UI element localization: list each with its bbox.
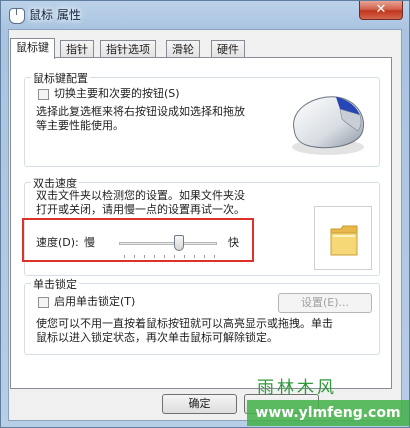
window-title: 鼠标 属性 (29, 8, 81, 22)
title-bar[interactable]: 鼠标 属性 ✕ (1, 1, 409, 29)
double-click-description-1: 双击文件夹以检测您的设置。如果文件夹没 (36, 189, 245, 202)
close-button[interactable]: ✕ (359, 1, 403, 20)
double-click-description-2: 打开或关闭，请用慢一点的设置再试一次。 (36, 203, 245, 216)
click-lock-description-1: 使您可以不用一直按着鼠标按钮就可以高亮显示或拖拽。单击 (36, 317, 333, 330)
switch-buttons-description-2: 等主要性能使用。 (36, 119, 124, 132)
test-folder-area[interactable] (314, 206, 372, 270)
mouse-app-icon (9, 8, 25, 24)
tab-wheel[interactable]: 滑轮 (166, 40, 200, 58)
watermark-url: www.ylmfeng.com (247, 400, 409, 426)
tab-pointers[interactable]: 指针 (60, 40, 94, 58)
group-title-click-lock: 单击锁定 (31, 276, 79, 292)
click-lock-description-2: 鼠标以进入锁定状态，再次单击鼠标可解除锁定。 (36, 331, 278, 344)
switch-buttons-checkbox[interactable] (38, 89, 49, 100)
mouse-icon (292, 96, 364, 155)
group-title-button-configuration: 鼠标键配置 (31, 70, 90, 86)
tab-pointer-options[interactable]: 指针选项 (100, 40, 156, 58)
click-lock-label[interactable]: 启用单击锁定(T) (54, 295, 135, 309)
click-lock-settings-button[interactable]: 设置(E)... (278, 293, 372, 313)
speed-highlight-annotation (22, 218, 254, 262)
ok-button[interactable]: 确定 (162, 394, 237, 414)
switch-buttons-description-1: 选择此复选框来将右按钮设成如选择和拖放 (36, 105, 245, 118)
tab-hardware[interactable]: 硬件 (211, 40, 245, 58)
watermark-title: 雨林木风 (257, 378, 337, 398)
mouse-properties-window: 鼠标 属性 ✕ 鼠标键 指针 指针选项 滑轮 硬件 鼠标键配置 切换主要和次要的… (0, 0, 410, 428)
tab-buttons[interactable]: 鼠标键 (10, 38, 55, 59)
switch-buttons-label[interactable]: 切换主要和次要的按钮(S) (54, 87, 180, 101)
click-lock-checkbox[interactable] (38, 297, 49, 308)
site-watermark: 雨林木风 www.ylmfeng.com (247, 373, 409, 427)
folder-icon[interactable] (329, 223, 359, 257)
